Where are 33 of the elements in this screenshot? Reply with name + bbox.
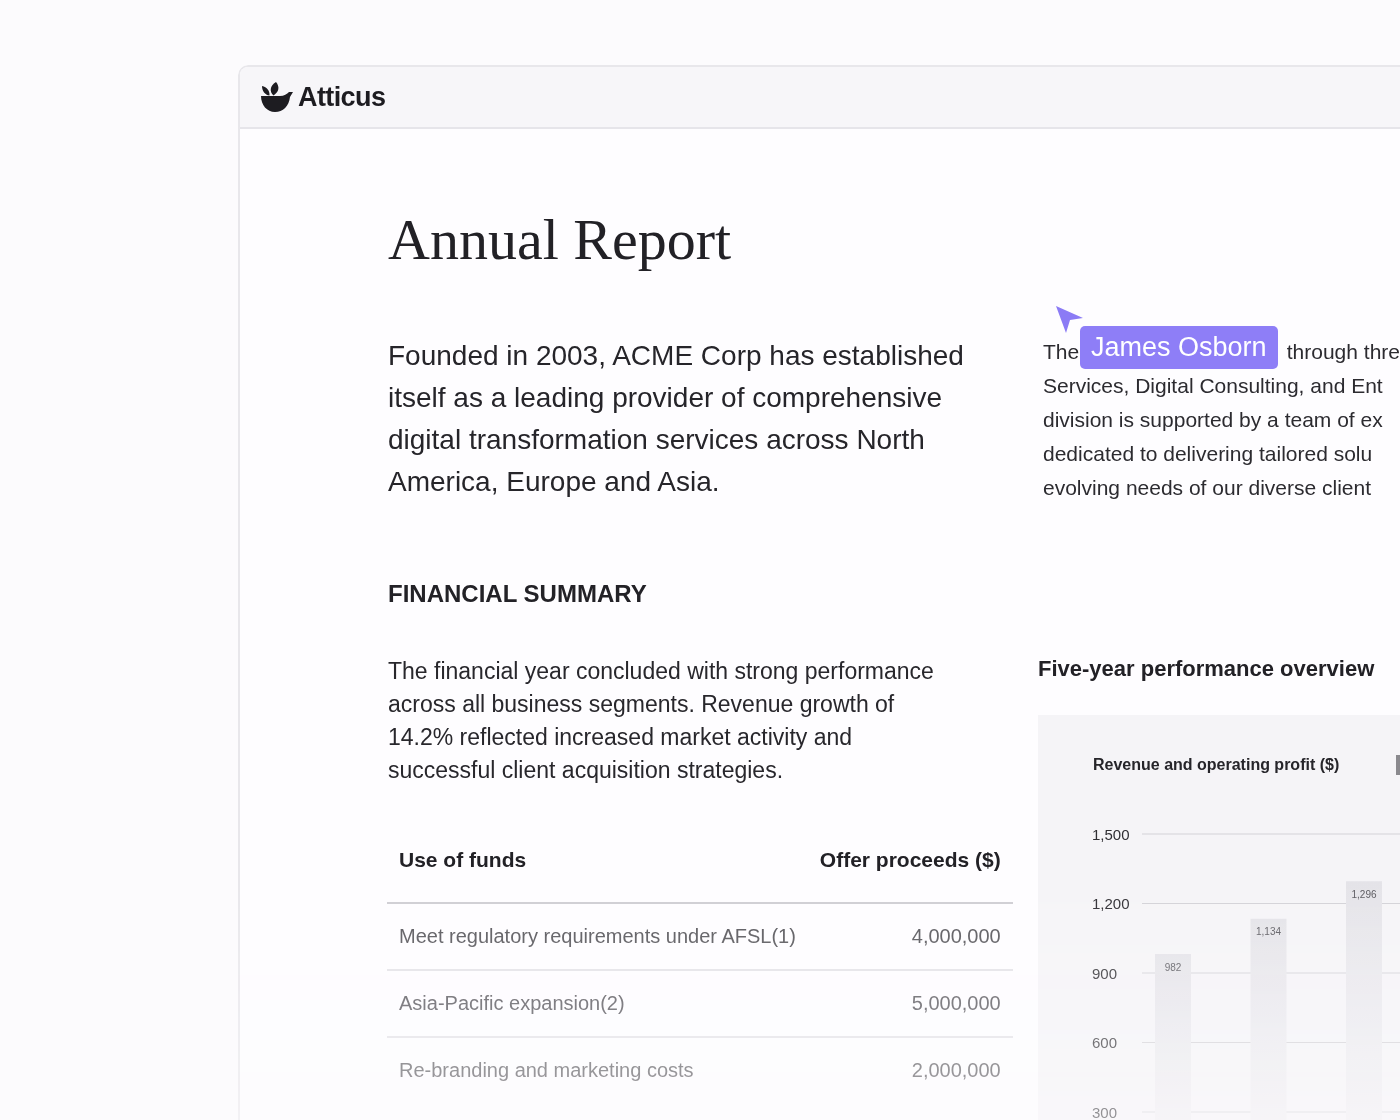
bar-value-label: 1,134 — [1256, 926, 1281, 938]
table-cell: Asia-Pacific expansion(2) — [387, 970, 808, 1037]
table-cell: 2,000,000 — [807, 1037, 1013, 1103]
chart-title: Revenue and operating profit ($) — [1093, 755, 1340, 775]
table-cell: Re-branding and marketing costs — [387, 1037, 808, 1103]
axis-tick-label: 1,500 — [1092, 825, 1130, 843]
column-header: Offer proceeds ($) — [807, 830, 1013, 903]
legend-swatch-icon — [1396, 755, 1400, 775]
paragraph-line: evolving needs of our diverse client — [1043, 475, 1373, 501]
logo-icon — [261, 82, 293, 112]
paragraph-line: dedicated to delivering tailored solu — [1043, 441, 1374, 467]
axis-tick-label: 600 — [1092, 1034, 1118, 1051]
brand-name: Atticus — [298, 81, 386, 113]
chart-heading: Five-year performance overview — [1038, 655, 1376, 683]
document-title: Annual Report — [388, 206, 733, 274]
collaborator-name-tag: James Osborn — [1080, 326, 1278, 369]
summary-paragraph: The financial year concluded with strong performance across all business segments. Revenue growth of 14.2% reflected increased market activity and successful client acquisition strategies. — [388, 657, 935, 785]
axis-tick-label: 1,200 — [1092, 895, 1130, 912]
axis-tick-label: 900 — [1092, 964, 1118, 982]
column-header: Use of funds — [387, 830, 808, 903]
paragraph-line: division is supported by a team of ex — [1043, 407, 1384, 433]
cursor-icon — [1056, 306, 1083, 333]
table-cell: 4,000,000 — [807, 903, 1013, 970]
table-cell: 5,000,000 — [807, 970, 1013, 1037]
paragraph-line: The — [1043, 339, 1080, 365]
intro-paragraph: Founded in 2003, ACME Corp has established itself as a leading provider of comprehensive digital transformation services across North America, Europe and Asia. — [388, 339, 965, 499]
paragraph-line: through thre — [1286, 339, 1400, 365]
table-cell: Meet regulatory requirements under AFSL(1) — [387, 903, 808, 970]
bar-value-label: 1,296 — [1351, 888, 1377, 900]
section-heading: FINANCIAL SUMMARY — [388, 579, 648, 609]
paragraph-line: Services, Digital Consulting, and Ent — [1043, 373, 1384, 399]
bar-value-label: 982 — [1164, 961, 1182, 973]
axis-tick-label: 300 — [1092, 1103, 1118, 1120]
